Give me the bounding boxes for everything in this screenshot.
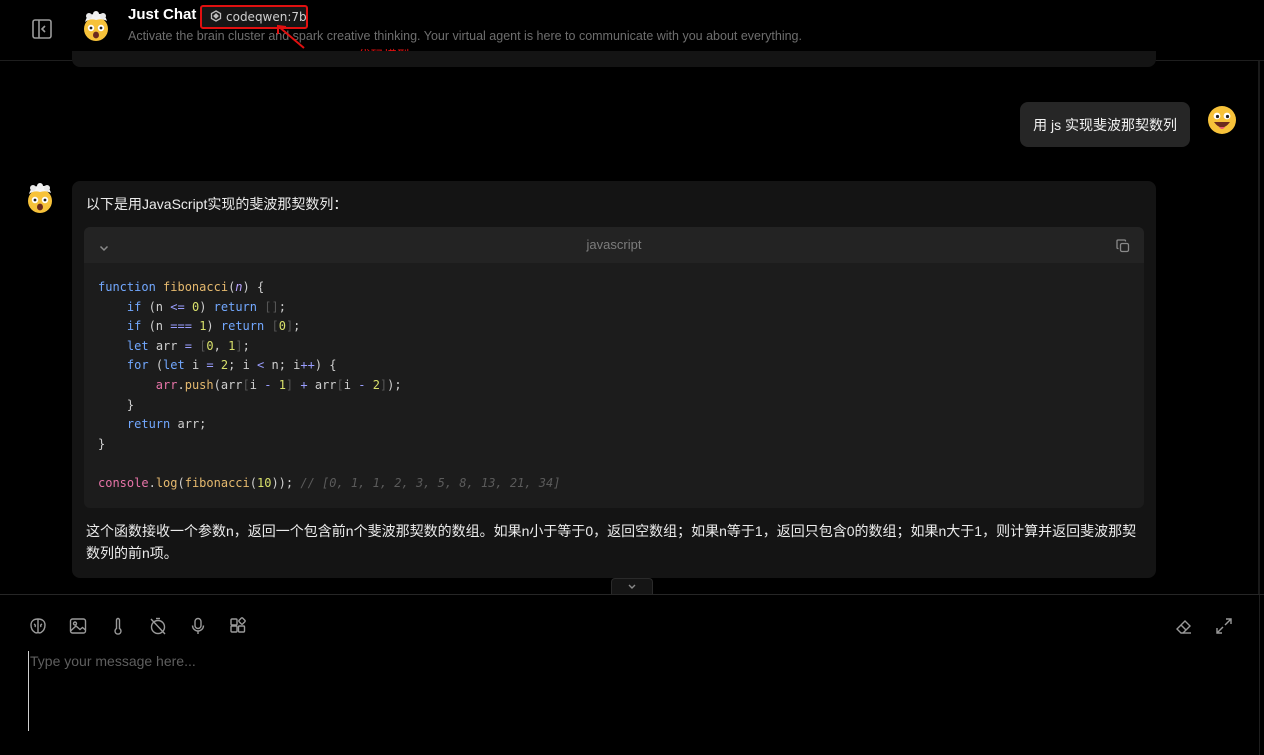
code-line: let arr = [0, 1]; [126, 338, 250, 353]
code-line: if (n === 1) return [0]; [126, 319, 301, 334]
assistant-avatar[interactable] [24, 182, 56, 214]
timer-off-icon[interactable] [147, 615, 169, 637]
eraser-icon[interactable] [1173, 615, 1195, 637]
code-line: if (n <= 0) return []; [126, 299, 286, 314]
code-line: arr.push(arr[i - 1] + arr[i - 2]); [155, 377, 402, 392]
code-block-header: javascript [84, 227, 1144, 263]
chevron-down-icon [628, 584, 636, 589]
composer-border [1259, 595, 1260, 755]
microphone-icon[interactable] [187, 615, 209, 637]
annotation-arrow-icon [277, 24, 305, 49]
code-line: console.log(fibonacci(10)); // [0, 1, 1,… [98, 475, 561, 490]
code-line: function fibonacci(n) { [98, 280, 265, 294]
image-icon[interactable] [67, 615, 89, 637]
code-line: return arr; [126, 417, 207, 432]
chat-area[interactable]: 用 js 实现斐波那契数列 以下是用JavaScript实现的斐波那契数列： j… [0, 51, 1264, 595]
thermometer-icon[interactable] [107, 615, 129, 637]
code-block: javascript function fibonacci(n) { if (n… [84, 227, 1144, 508]
code-line: for (let i = 2; i < n; i++) { [126, 358, 337, 373]
brain-icon[interactable] [27, 615, 49, 637]
user-message: 用 js 实现斐波那契数列 [1020, 102, 1190, 147]
agent-avatar[interactable] [80, 10, 112, 42]
user-message-text: 用 js 实现斐波那契数列 [1033, 116, 1177, 133]
code-line: } [98, 436, 106, 451]
sidebar-toggle-icon[interactable] [30, 17, 54, 41]
user-avatar[interactable] [1206, 104, 1238, 136]
assistant-intro-text: 以下是用JavaScript实现的斐波那契数列： [86, 196, 348, 212]
assistant-summary-text: 这个函数接收一个参数n，返回一个包含前n个斐波那契数的数组。如果n小于等于0，返… [86, 523, 1137, 561]
message-input[interactable] [28, 651, 1230, 731]
model-provider-icon [210, 9, 222, 25]
plugin-grid-icon[interactable] [227, 615, 249, 637]
model-tag-label: codeqwen:7b [226, 10, 307, 24]
assistant-message: 以下是用JavaScript实现的斐波那契数列： javascript func… [72, 181, 1156, 578]
chat-title: Just Chat [128, 6, 197, 23]
code-language-label: javascript [586, 237, 642, 252]
previous-message-edge [72, 51, 1156, 67]
copy-icon[interactable] [1116, 238, 1130, 257]
chat-subtitle: Activate the brain cluster and spark cre… [128, 29, 802, 43]
scrollbar[interactable] [1258, 61, 1260, 594]
expand-icon[interactable] [1213, 615, 1235, 637]
scroll-to-bottom-button[interactable] [611, 578, 653, 595]
code-content: function fibonacci(n) { if (n <= 0) retu… [84, 263, 1144, 494]
message-composer [0, 594, 1264, 755]
code-line: } [98, 397, 135, 412]
